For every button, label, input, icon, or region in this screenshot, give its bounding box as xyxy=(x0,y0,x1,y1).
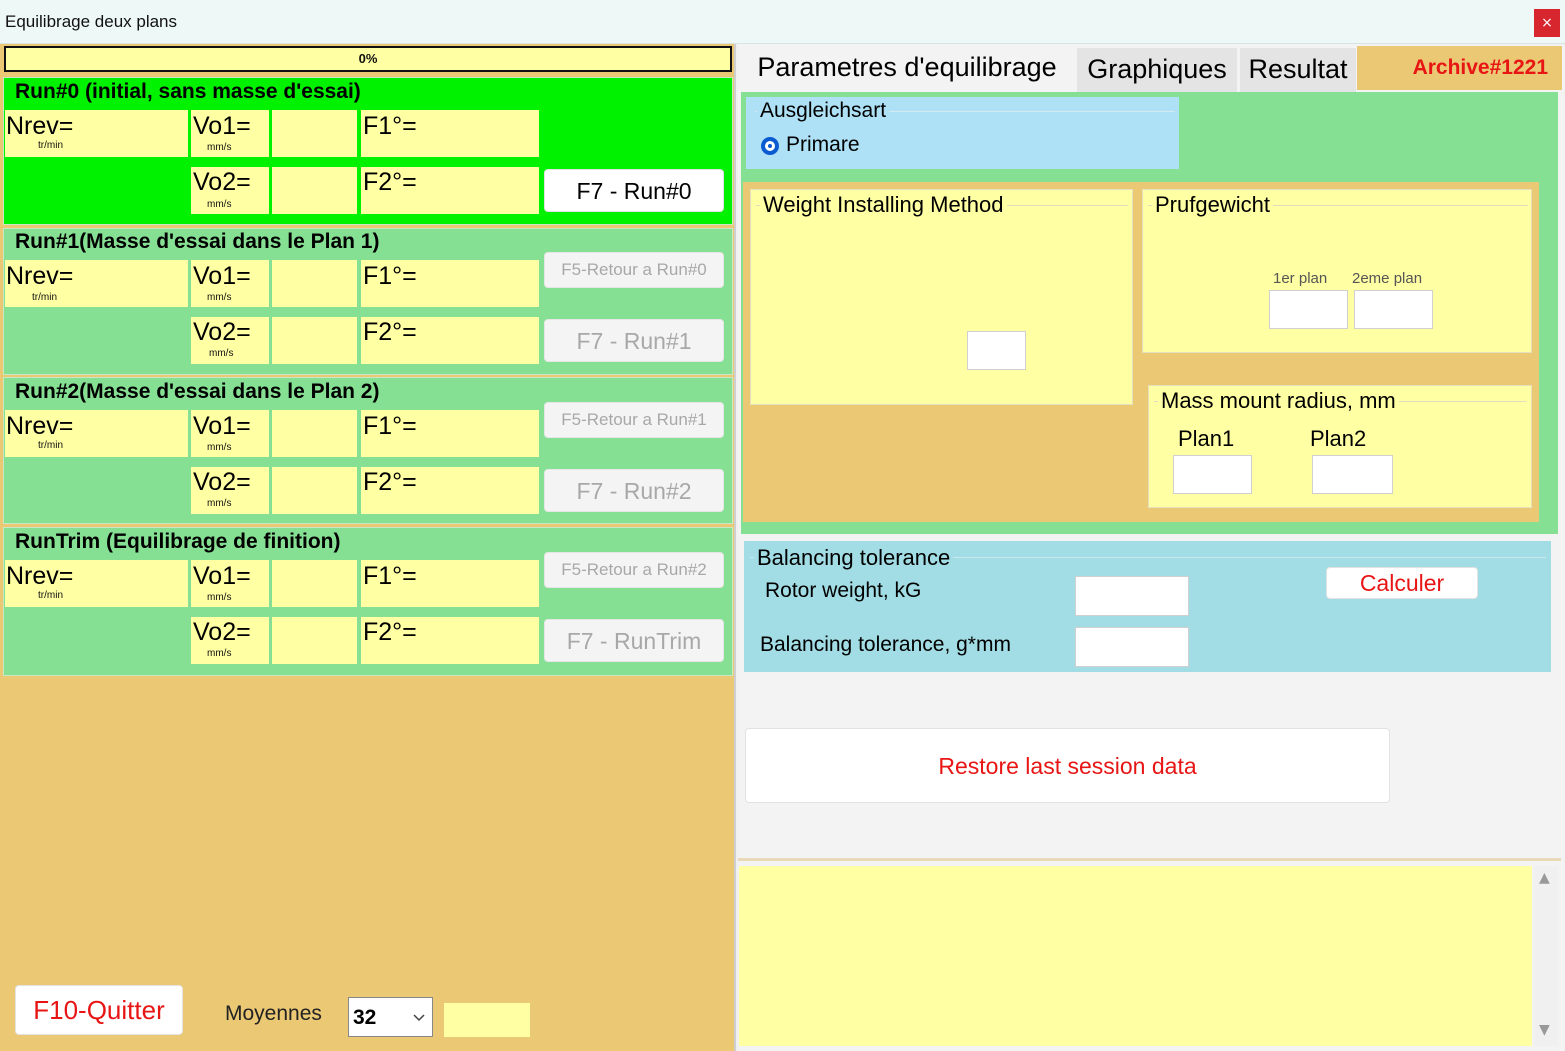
prufgewicht-plan2-input[interactable] xyxy=(1354,290,1433,329)
runtrim-vo1-unit: mm/s xyxy=(207,592,232,603)
run1-f2-label: F2°= xyxy=(363,318,417,346)
prufgewicht-plan2-label: 2eme plan xyxy=(1352,270,1423,287)
run2-vo2-value xyxy=(272,467,357,514)
restore-session-button[interactable]: Restore last session data xyxy=(745,728,1390,803)
prufgewicht-legend: Prufgewicht xyxy=(1152,192,1273,218)
run2-vo1-unit: mm/s xyxy=(207,442,232,453)
run2-vo1-value xyxy=(272,410,357,457)
log-textarea[interactable] xyxy=(739,866,1532,1046)
primare-radio[interactable] xyxy=(761,137,779,155)
mass-radius-plan1-label: Plan1 xyxy=(1178,426,1235,451)
progress-bar: 0% xyxy=(4,46,732,72)
run2-nrev-unit: tr/min xyxy=(38,440,63,451)
run0-vo1-value xyxy=(272,110,357,157)
prufgewicht-plan1-input[interactable] xyxy=(1269,290,1348,329)
run2-vo2-label: Vo2= xyxy=(193,468,251,496)
run0-f2-label: F2°= xyxy=(363,168,417,196)
mass-radius-plan1-input[interactable] xyxy=(1173,455,1252,494)
run2-vo2-unit: mm/s xyxy=(207,498,232,509)
f7-runtrim-button[interactable]: F7 - RunTrim xyxy=(544,619,724,662)
runtrim-vo2-value xyxy=(272,617,357,664)
quit-button[interactable]: F10-Quitter xyxy=(15,985,183,1035)
run1-vo1-label: Vo1= xyxy=(193,262,251,290)
tolerance-value-label: Balancing tolerance, g*mm xyxy=(760,633,1011,656)
runtrim-vo2-label: Vo2= xyxy=(193,618,251,646)
mass-radius-plan2-input[interactable] xyxy=(1312,455,1393,494)
run0-nrev-unit: tr/min xyxy=(38,140,63,151)
moyennes-status-box xyxy=(444,1003,530,1037)
run1-vo1-value xyxy=(272,260,357,307)
log-divider xyxy=(738,858,1561,861)
runtrim-nrev-unit: tr/min xyxy=(38,590,63,601)
moyennes-select[interactable]: 32 xyxy=(348,997,433,1037)
weight-method-input[interactable] xyxy=(967,331,1026,370)
tab-graphiques[interactable]: Graphiques xyxy=(1077,48,1237,92)
calculer-button[interactable]: Calculer xyxy=(1326,567,1478,599)
runtrim-f1-label: F1°= xyxy=(363,562,417,590)
run2-f1-label: F1°= xyxy=(363,412,417,440)
run0-nrev-label: Nrev= xyxy=(6,112,74,140)
runtrim-vo1-label: Vo1= xyxy=(193,562,251,590)
run2-vo1-label: Vo1= xyxy=(193,412,251,440)
run0-vo2-label: Vo2= xyxy=(193,168,251,196)
run0-title: Run#0 (initial, sans masse d'essai) xyxy=(15,80,361,103)
runtrim-title: RunTrim (Equilibrage de finition) xyxy=(15,530,341,553)
run0-vo2-value xyxy=(272,167,357,214)
tolerance-input[interactable] xyxy=(1075,627,1189,667)
ausgleichsart-legend: Ausgleichsart xyxy=(757,99,890,123)
runtrim-vo1-value xyxy=(272,560,357,607)
scroll-up-icon[interactable]: ▲ xyxy=(1539,870,1550,886)
run0-vo1-label: Vo1= xyxy=(193,112,251,140)
title-bar xyxy=(0,0,1565,44)
run1-vo2-value xyxy=(272,317,357,364)
close-button[interactable]: × xyxy=(1534,9,1560,37)
tab-resultat[interactable]: Resultat xyxy=(1240,48,1356,92)
run0-vo2-unit: mm/s xyxy=(207,199,232,210)
run0-f1-label: F1°= xyxy=(363,112,417,140)
run2-title: Run#2(Masse d'essai dans le Plan 2) xyxy=(15,380,380,403)
f5-return-run1-button[interactable]: F5-Retour a Run#1 xyxy=(544,402,724,438)
weight-method-group xyxy=(750,189,1133,405)
runtrim-f2-label: F2°= xyxy=(363,618,417,646)
tab-parametres[interactable]: Parametres d'equilibrage xyxy=(740,46,1074,90)
primare-radio-label: Primare xyxy=(786,133,860,156)
prufgewicht-plan1-label: 1er plan xyxy=(1273,270,1328,287)
run2-f2-label: F2°= xyxy=(363,468,417,496)
run1-vo2-label: Vo2= xyxy=(193,318,251,346)
run2-nrev-label: Nrev= xyxy=(6,412,74,440)
f5-return-run0-button[interactable]: F5-Retour a Run#0 xyxy=(544,252,724,288)
run1-nrev-unit: tr/min xyxy=(32,292,57,303)
run0-vo1-unit: mm/s xyxy=(207,142,232,153)
mass-radius-legend: Mass mount radius, mm xyxy=(1158,388,1399,414)
mass-radius-plan2-label: Plan2 xyxy=(1310,426,1367,451)
log-scrollbar[interactable] xyxy=(1534,866,1558,1046)
window-title: Equilibrage deux plans xyxy=(5,12,178,31)
f5-return-run2-button[interactable]: F5-Retour a Run#2 xyxy=(544,552,724,588)
run1-nrev-label: Nrev= xyxy=(6,262,74,290)
f7-run2-button[interactable]: F7 - Run#2 xyxy=(544,469,724,512)
run1-title: Run#1(Masse d'essai dans le Plan 1) xyxy=(15,230,380,253)
weight-method-legend: Weight Installing Method xyxy=(760,192,1007,218)
f7-run1-button[interactable]: F7 - Run#1 xyxy=(544,319,724,362)
moyennes-label: Moyennes xyxy=(225,1002,322,1025)
f7-run0-button[interactable]: F7 - Run#0 xyxy=(544,169,724,212)
rotor-weight-input[interactable] xyxy=(1075,576,1189,616)
runtrim-nrev-label: Nrev= xyxy=(6,562,74,590)
tolerance-legend: Balancing tolerance xyxy=(754,545,954,571)
scroll-down-icon[interactable]: ▼ xyxy=(1539,1022,1550,1038)
archive-label: Archive#1221 xyxy=(1357,46,1562,90)
run1-vo1-unit: mm/s xyxy=(207,292,232,303)
chevron-down-icon xyxy=(413,1014,425,1022)
run1-f1-label: F1°= xyxy=(363,262,417,290)
runtrim-vo2-unit: mm/s xyxy=(207,648,232,659)
moyennes-value: 32 xyxy=(353,1006,377,1029)
run1-vo2-unit: mm/s xyxy=(209,348,234,359)
rotor-weight-label: Rotor weight, kG xyxy=(765,579,922,602)
